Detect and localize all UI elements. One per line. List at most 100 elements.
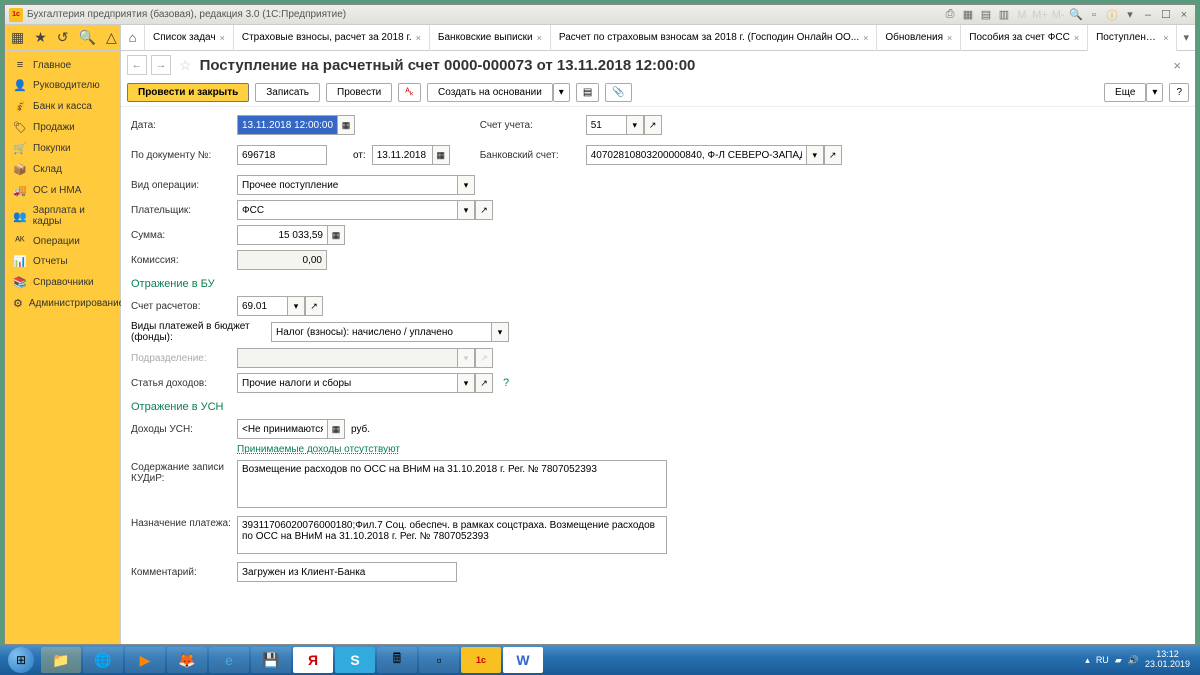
maximize-icon[interactable]: ☐ bbox=[1159, 8, 1173, 22]
task-save[interactable]: 💾 bbox=[251, 647, 291, 673]
date-input[interactable] bbox=[237, 115, 337, 135]
income-input[interactable] bbox=[237, 373, 457, 393]
calendar-icon[interactable]: ▥ bbox=[997, 8, 1011, 22]
apps-icon[interactable]: ▦ bbox=[11, 29, 24, 46]
link-icon[interactable]: ↗ bbox=[824, 145, 842, 165]
usn-link[interactable]: Принимаемые доходы отсутствуют bbox=[237, 444, 400, 455]
close-icon[interactable]: × bbox=[416, 33, 421, 43]
report-button[interactable]: ▤ bbox=[576, 83, 599, 102]
task-firefox[interactable]: 🦊 bbox=[167, 647, 207, 673]
m2-icon[interactable]: M+ bbox=[1033, 8, 1047, 22]
save-button[interactable]: Записать bbox=[255, 83, 320, 102]
search-icon[interactable]: 🔍 bbox=[1069, 8, 1083, 22]
dropdown-icon[interactable]: ▾ bbox=[553, 83, 570, 102]
sum-input[interactable] bbox=[237, 225, 327, 245]
nav-assets[interactable]: 🚚ОС и НМА bbox=[5, 180, 120, 201]
close-icon[interactable]: × bbox=[1163, 33, 1168, 43]
link-icon[interactable]: ↗ bbox=[644, 115, 662, 135]
link-icon[interactable]: ↗ bbox=[475, 373, 493, 393]
dropdown-icon[interactable]: ▾ bbox=[287, 296, 305, 316]
tabs-dropdown-icon[interactable]: ▾ bbox=[1177, 31, 1195, 44]
star-icon[interactable]: ★ bbox=[34, 29, 47, 46]
close-icon[interactable]: × bbox=[863, 33, 868, 43]
usn-input[interactable] bbox=[237, 419, 327, 439]
nav-salary[interactable]: 👥Зарплата и кадры bbox=[5, 201, 120, 231]
nav-reports[interactable]: 📊Отчеты bbox=[5, 251, 120, 272]
dropdown-icon[interactable]: ▾ bbox=[457, 373, 475, 393]
dt-kt-button[interactable]: ᴬₖ bbox=[398, 83, 421, 102]
tab-bank[interactable]: Банковские выписки× bbox=[430, 25, 551, 51]
fwd-button[interactable]: → bbox=[151, 55, 171, 75]
tab-fss[interactable]: Пособия за счет ФСС× bbox=[961, 25, 1088, 51]
task-1c[interactable]: 1c bbox=[461, 647, 501, 673]
nav-manager[interactable]: 👤Руководителю bbox=[5, 75, 120, 96]
bell-icon[interactable]: △ bbox=[106, 29, 117, 46]
m-icon[interactable]: M bbox=[1015, 8, 1029, 22]
dropdown-icon[interactable]: ▾ bbox=[806, 145, 824, 165]
purpose-input[interactable] bbox=[237, 516, 667, 554]
home-tab[interactable]: ⌂ bbox=[121, 25, 145, 51]
dropdown-icon[interactable]: ▾ bbox=[626, 115, 644, 135]
info-icon[interactable]: ⓘ bbox=[1105, 8, 1119, 22]
close-icon[interactable]: × bbox=[220, 33, 225, 43]
nav-warehouse[interactable]: 📦Склад bbox=[5, 159, 120, 180]
task-chrome[interactable]: 🌐 bbox=[83, 647, 123, 673]
tray-up-icon[interactable]: ▴ bbox=[1085, 655, 1090, 666]
minimize-icon[interactable]: – bbox=[1141, 8, 1155, 22]
dropdown-icon[interactable]: ▾ bbox=[457, 175, 475, 195]
task-calc[interactable]: 🖩 bbox=[377, 647, 417, 673]
calendar-icon[interactable]: ▦ bbox=[337, 115, 355, 135]
post-close-button[interactable]: Провести и закрыть bbox=[127, 83, 249, 102]
calc-icon[interactable]: ▦ bbox=[327, 419, 345, 439]
search-icon[interactable]: 🔍 bbox=[79, 29, 96, 46]
doc-icon[interactable]: ▫ bbox=[1087, 8, 1101, 22]
link-icon[interactable]: ↗ bbox=[475, 200, 493, 220]
docno-input[interactable] bbox=[237, 145, 327, 165]
calc-icon[interactable]: ▤ bbox=[979, 8, 993, 22]
docdate-input[interactable] bbox=[372, 145, 432, 165]
create-based-button[interactable]: Создать на основании bbox=[427, 83, 553, 102]
task-yandex[interactable]: Я bbox=[293, 647, 333, 673]
pay-type-input[interactable] bbox=[271, 322, 491, 342]
print-icon[interactable]: ⎙ bbox=[943, 8, 957, 22]
nav-refs[interactable]: 📚Справочники bbox=[5, 272, 120, 293]
close-icon[interactable]: × bbox=[1177, 8, 1191, 22]
nav-admin[interactable]: ⚙Администрирование bbox=[5, 293, 120, 314]
close-doc-icon[interactable]: × bbox=[1165, 58, 1189, 73]
task-media[interactable]: ▶ bbox=[125, 647, 165, 673]
tab-receipt[interactable]: Поступление на расчетный счет 0000-00007… bbox=[1088, 25, 1177, 51]
task-ie[interactable]: e bbox=[209, 647, 249, 673]
task-explorer[interactable]: 📁 bbox=[41, 647, 81, 673]
nav-bank[interactable]: 💰Банк и касса bbox=[5, 96, 120, 117]
dd-icon[interactable]: ▾ bbox=[1123, 8, 1137, 22]
favorite-icon[interactable]: ☆ bbox=[179, 57, 192, 74]
dropdown-icon[interactable]: ▾ bbox=[491, 322, 509, 342]
calc-icon[interactable]: ▦ bbox=[327, 225, 345, 245]
op-input[interactable] bbox=[237, 175, 457, 195]
close-icon[interactable]: × bbox=[947, 33, 952, 43]
nav-sales[interactable]: 🏷Продажи bbox=[5, 117, 120, 138]
tray-lang[interactable]: RU bbox=[1096, 655, 1109, 665]
m3-icon[interactable]: M- bbox=[1051, 8, 1065, 22]
link-icon[interactable]: ↗ bbox=[305, 296, 323, 316]
tab-updates[interactable]: Обновления× bbox=[877, 25, 961, 51]
close-icon[interactable]: × bbox=[537, 33, 542, 43]
task-skype[interactable]: S bbox=[335, 647, 375, 673]
help-button[interactable]: ? bbox=[1169, 83, 1189, 102]
post-button[interactable]: Провести bbox=[326, 83, 392, 102]
tab-calc[interactable]: Расчет по страховым взносам за 2018 г. (… bbox=[551, 25, 878, 51]
comment-input[interactable] bbox=[237, 562, 457, 582]
acct-input[interactable] bbox=[586, 115, 626, 135]
back-button[interactable]: ← bbox=[127, 55, 147, 75]
payer-input[interactable] bbox=[237, 200, 457, 220]
close-icon[interactable]: × bbox=[1074, 33, 1079, 43]
tray-vol-icon[interactable]: 🔊 bbox=[1128, 655, 1139, 666]
help-icon[interactable]: ? bbox=[503, 377, 509, 389]
task-app[interactable]: ▫ bbox=[419, 647, 459, 673]
tray-clock[interactable]: 13:1223.01.2019 bbox=[1145, 650, 1190, 670]
history-icon[interactable]: ↺ bbox=[57, 29, 69, 46]
tab-insurance[interactable]: Страховые взносы, расчет за 2018 г.× bbox=[234, 25, 430, 51]
start-button[interactable]: ⊞ bbox=[2, 645, 40, 675]
attach-button[interactable]: 📎 bbox=[605, 83, 631, 102]
tab-tasks[interactable]: Список задач× bbox=[145, 25, 234, 51]
